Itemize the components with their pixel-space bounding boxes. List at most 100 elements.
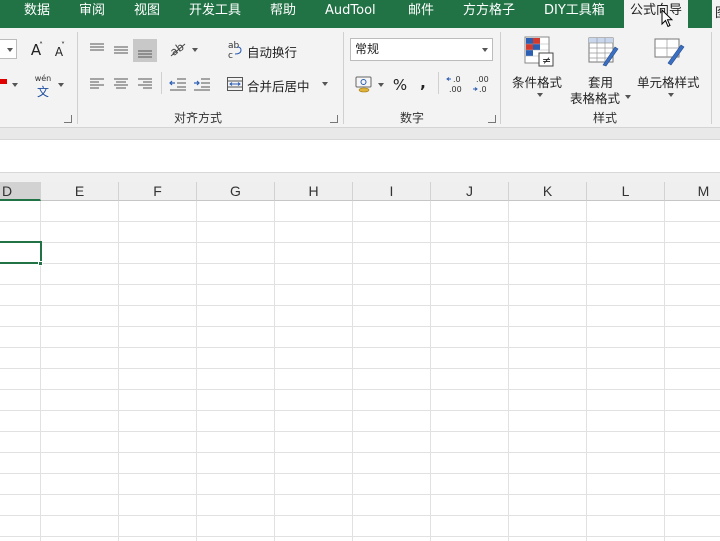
svg-text:ab: ab: [228, 41, 240, 51]
column-header-g[interactable]: G: [197, 182, 275, 201]
mouse-cursor-icon: [661, 9, 673, 28]
group-separator: [343, 32, 344, 124]
phonetic-label: wén: [34, 74, 52, 83]
chevron-down-icon[interactable]: [12, 83, 18, 87]
accounting-format-icon[interactable]: [353, 74, 375, 94]
column-header-e[interactable]: E: [41, 182, 119, 201]
number-dialog-launcher-icon[interactable]: [488, 115, 496, 123]
cell-styles-button[interactable]: 单元格样式: [634, 32, 706, 106]
tab-fangfang[interactable]: 方方格子: [463, 0, 515, 26]
grid-column-line: [430, 201, 431, 541]
column-header-m[interactable]: M: [665, 182, 720, 201]
chevron-down-icon: [668, 93, 674, 97]
grid-row-line: [0, 431, 720, 432]
conditional-format-icon: ≠: [524, 36, 554, 67]
merge-cells-icon: [227, 77, 243, 91]
group-separator: [711, 32, 712, 124]
chevron-down-icon[interactable]: [58, 83, 64, 87]
chevron-down-icon[interactable]: [322, 82, 328, 86]
chevron-down-icon: [7, 48, 13, 52]
chevron-down-icon[interactable]: [378, 83, 384, 87]
grid-row-line: [0, 494, 720, 495]
formula-bar[interactable]: [0, 140, 720, 173]
grid-row-line: [0, 410, 720, 411]
column-header-j[interactable]: J: [431, 182, 509, 201]
comma-style-button[interactable]: ,: [414, 72, 432, 94]
align-bottom-icon[interactable]: [133, 39, 157, 62]
excel-window: 数据 审阅 视图 开发工具 帮助 AudTool 邮件 方方格子 DIY工具箱 …: [0, 0, 720, 541]
column-header-d[interactable]: D: [0, 182, 41, 201]
align-top-icon[interactable]: [86, 40, 108, 60]
chevron-down-icon: [537, 93, 543, 97]
ribbon: A ˄ A ˅ wén 文 ab ab c 自动换行 合并后居中 对齐方式 常规…: [0, 28, 720, 128]
tab-audtool[interactable]: AudTool: [325, 0, 376, 26]
shrink-font-button[interactable]: A ˅: [50, 40, 68, 60]
cell-grid[interactable]: [0, 201, 720, 541]
tab-view[interactable]: 视图: [134, 0, 160, 26]
grid-column-line: [586, 201, 587, 541]
grid-row-line: [0, 368, 720, 369]
align-right-icon[interactable]: [134, 74, 156, 94]
number-format-dropdown[interactable]: 常规: [350, 38, 493, 61]
column-header-h[interactable]: H: [275, 182, 353, 201]
group-separator: [500, 32, 501, 124]
grid-column-line: [664, 201, 665, 541]
column-header-l[interactable]: L: [587, 182, 665, 201]
column-header-f[interactable]: F: [119, 182, 197, 201]
active-cell[interactable]: [0, 241, 42, 264]
grid-row-line: [0, 305, 720, 306]
merge-center-label: 合并后居中: [247, 79, 310, 94]
column-header-k[interactable]: K: [509, 182, 587, 201]
align-middle-icon[interactable]: [110, 40, 132, 60]
format-as-table-icon: [588, 37, 619, 67]
tab-diy-toolbox[interactable]: DIY工具箱: [544, 0, 605, 26]
grid-column-line: [196, 201, 197, 541]
increase-indent-icon[interactable]: [191, 74, 213, 94]
tab-formula-wizard[interactable]: 公式向导: [624, 0, 689, 28]
wrap-text-button[interactable]: ab c 自动换行: [224, 39, 306, 61]
decrease-indent-icon[interactable]: [167, 74, 189, 94]
font-size-dropdown[interactable]: [0, 39, 17, 59]
number-group-label: 数字: [400, 111, 425, 125]
alignment-dialog-launcher-icon[interactable]: [330, 115, 338, 123]
grid-row-line: [0, 242, 720, 243]
tab-help[interactable]: 帮助: [270, 0, 296, 26]
font-dialog-launcher-icon[interactable]: [64, 115, 72, 123]
chevron-down-icon[interactable]: [192, 48, 198, 52]
column-header-i[interactable]: I: [353, 182, 431, 201]
cell-styles-label: 单元格样式: [637, 75, 700, 90]
grid-row-line: [0, 452, 720, 453]
grid-row-line: [0, 326, 720, 327]
decrease-decimal-icon[interactable]: .00 .0: [470, 73, 492, 95]
merge-center-button[interactable]: 合并后居中: [224, 73, 332, 95]
percent-style-button[interactable]: %: [389, 74, 411, 96]
grow-font-button[interactable]: A ˄: [26, 40, 46, 60]
wrap-text-label: 自动换行: [247, 45, 298, 60]
grid-row-line: [0, 221, 720, 222]
grid-row-line: [0, 515, 720, 516]
styles-group-label: 样式: [593, 111, 618, 125]
svg-text:.00: .00: [449, 85, 462, 94]
align-center-icon[interactable]: [110, 74, 132, 94]
fill-handle[interactable]: [38, 261, 43, 266]
align-left-icon[interactable]: [86, 74, 108, 94]
tab-mail[interactable]: 邮件: [408, 0, 434, 26]
grid-row-line: [0, 473, 720, 474]
ribbon-bottom-strip: [0, 128, 720, 140]
tab-review[interactable]: 审阅: [79, 0, 105, 26]
conditional-format-button[interactable]: ≠ 条件格式: [508, 32, 570, 106]
svg-text:.0: .0: [479, 85, 487, 94]
group-separator: [77, 32, 78, 124]
tab-data[interactable]: 数据: [24, 0, 50, 26]
format-as-table-button[interactable]: 套用 表格格式: [570, 32, 634, 106]
phonetic-guide-button[interactable]: wén 文: [32, 74, 54, 99]
number-format-value: 常规: [355, 42, 380, 56]
orientation-icon[interactable]: ab: [167, 39, 189, 59]
alignment-group-label: 对齐方式: [174, 111, 223, 125]
tab-partial[interactable]: 图: [712, 0, 720, 28]
increase-decimal-icon[interactable]: .0 .00: [444, 73, 466, 95]
font-color-swatch[interactable]: [0, 79, 7, 84]
tab-developer[interactable]: 开发工具: [189, 0, 241, 26]
caret-up-icon: ˄: [39, 41, 43, 50]
grid-column-line: [352, 201, 353, 541]
